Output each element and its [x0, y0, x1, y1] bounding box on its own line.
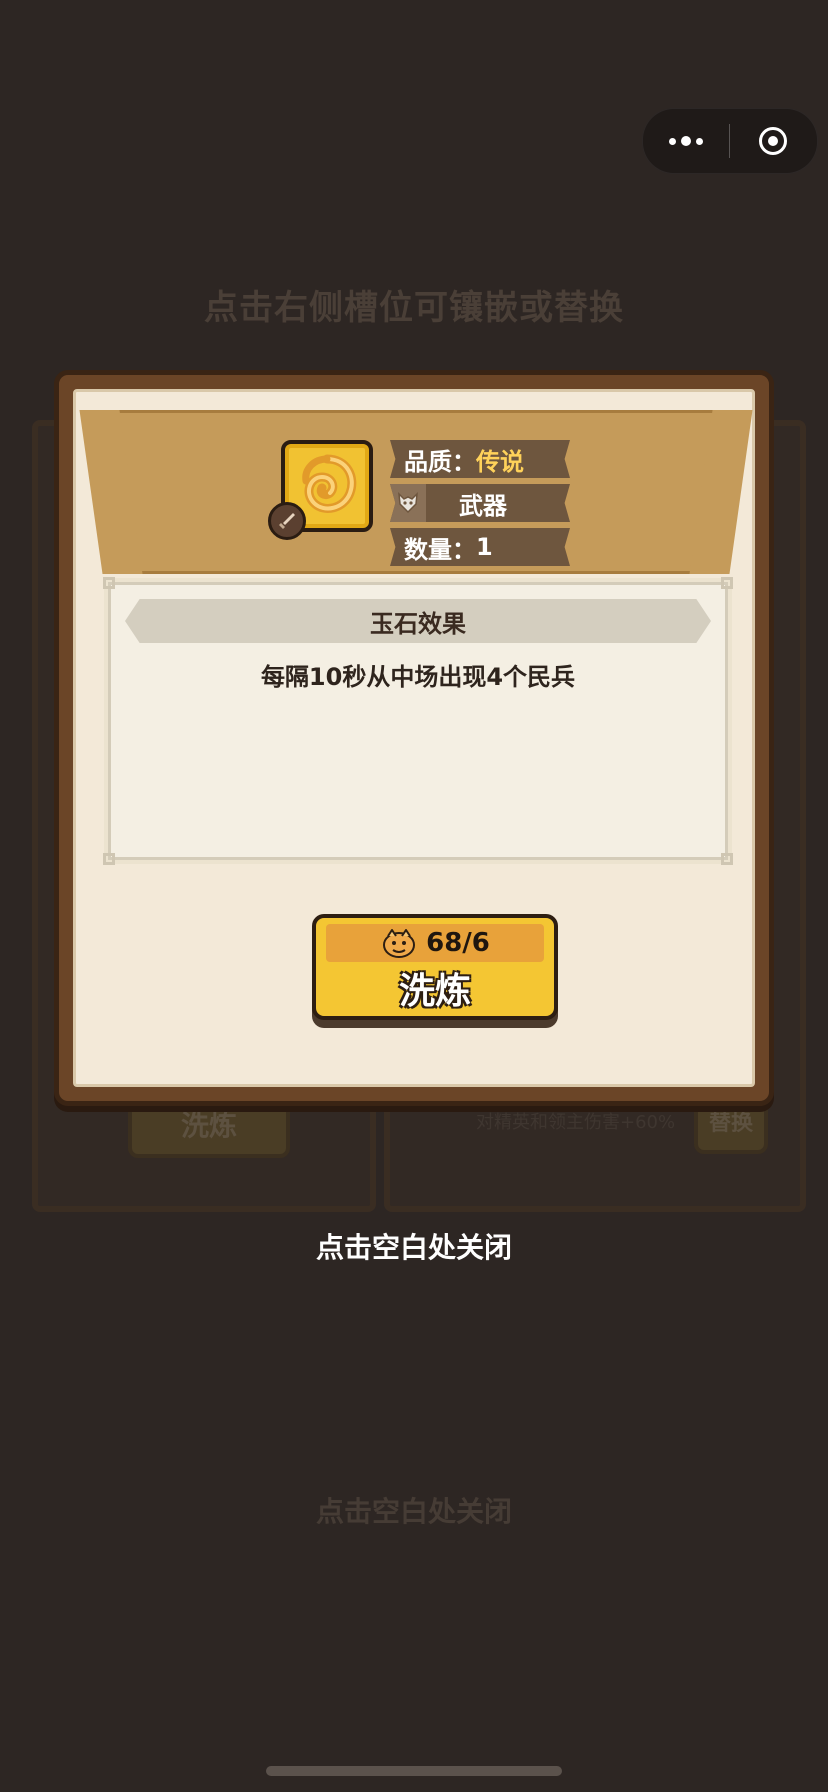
type-row: 武器 — [390, 484, 570, 522]
refine-label: 洗炼 — [398, 971, 471, 1012]
count-value: 1 — [476, 533, 493, 561]
home-indicator[interactable] — [266, 1766, 562, 1776]
quality-value: 传说 — [476, 447, 524, 476]
background-hint-text: 点击右侧槽位可镶嵌或替换 — [204, 288, 624, 328]
panel-corner — [103, 853, 115, 865]
quality-label: 品质： — [404, 447, 476, 476]
refine-button[interactable]: 68/6 洗炼 — [312, 914, 558, 1020]
count-label: 数量： — [404, 535, 476, 564]
more-button[interactable] — [643, 109, 729, 173]
panel-corner — [103, 577, 115, 589]
background-effect-text: 对精英和领主伤害+60% — [476, 1112, 676, 1133]
target-close-icon — [759, 127, 787, 155]
background-close-hint: 点击空白处关闭 — [315, 1495, 512, 1528]
jade-detail-dialog: 品质： 传说 武器 数量： 1 玉石效果 每隔10秒从中场出现4个民兵 68/6… — [54, 370, 774, 1106]
count-row: 数量： 1 — [390, 528, 570, 566]
quality-row: 品质： 传说 — [390, 440, 570, 478]
miniprogram-capsule — [642, 108, 818, 174]
sword-badge-icon — [268, 502, 306, 540]
dialog-parchment: 品质： 传说 武器 数量： 1 玉石效果 每隔10秒从中场出现4个民兵 68/6… — [73, 389, 755, 1087]
effect-description: 每隔10秒从中场出现4个民兵 — [260, 663, 576, 691]
more-dots-icon — [669, 136, 703, 146]
panel-corner — [721, 853, 733, 865]
refine-cost-value: 68/6 — [426, 928, 490, 958]
refine-cost: 68/6 — [326, 924, 544, 962]
effect-panel: 玉石效果 每隔10秒从中场出现4个民兵 — [103, 577, 733, 865]
dragon-token-icon — [383, 929, 416, 958]
effect-title: 玉石效果 — [125, 599, 711, 643]
type-value: 武器 — [459, 491, 507, 520]
panel-corner — [721, 577, 733, 589]
exit-button[interactable] — [730, 109, 816, 173]
close-hint[interactable]: 点击空白处关闭 — [0, 1226, 828, 1266]
